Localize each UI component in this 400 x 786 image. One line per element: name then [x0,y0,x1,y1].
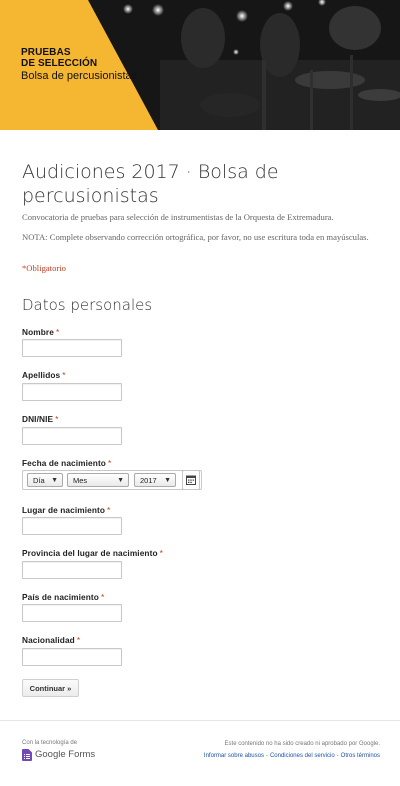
label-text: Fecha de nacimiento [22,458,106,468]
form-description: Convocatoria de pruebas para selección d… [22,212,334,222]
chevron-down-icon: ▼ [51,477,58,484]
month-select[interactable]: Mes ▼ [67,473,129,487]
continue-button[interactable]: Continuar » [22,679,79,697]
banner-subtitle: DE SELECCIÓN [21,58,98,69]
year-select[interactable]: 2017 ▼ [134,473,176,487]
required-star: * [100,592,105,602]
label-text: País de nacimiento [22,592,99,602]
provincia-input[interactable] [22,561,122,579]
link-separator: - [336,753,339,759]
label-nacionalidad: Nacionalidad * [22,635,80,645]
lugar-nacimiento-input[interactable] [22,517,122,535]
report-abuse-link[interactable]: Informar sobre abusos [204,753,264,759]
header-banner: PRUEBAS DE SELECCIÓN Bolsa de percusioni… [0,0,400,130]
label-text: Lugar de nacimiento [22,505,106,515]
birthdate-field: Día ▼ Mes ▼ 2017 ▼ [22,470,202,490]
required-note: *Obligatorio [22,263,66,273]
dni-input[interactable] [22,427,122,445]
banner-caption: Bolsa de percusionistas [21,70,138,82]
other-terms-link[interactable]: Otros términos [341,753,380,759]
label-text: Apellidos [22,370,61,380]
footer-divider [0,720,400,721]
nombre-input[interactable] [22,339,122,357]
label-apellidos: Apellidos * [22,370,66,380]
label-text: Provincia del lugar de nacimiento [22,548,158,558]
calendar-button[interactable] [182,470,200,490]
chevron-down-icon: ▼ [164,477,171,484]
label-dni: DNI/NIE * [22,414,58,424]
nacionalidad-input[interactable] [22,648,122,666]
form-title: Audiciones 2017 · Bolsa de percusionista… [22,161,279,207]
required-star: * [62,370,66,380]
chevron-down-icon: ▼ [117,477,124,484]
day-value: Día [33,476,45,485]
terms-link[interactable]: Condiciones del servicio [270,753,335,759]
label-text: Nombre [22,327,54,337]
label-pais: País de nacimiento * [22,592,104,602]
banner-title: PRUEBAS [21,47,71,58]
calendar-icon [186,475,196,485]
year-value: 2017 [140,476,157,485]
required-star: * [107,458,112,468]
required-star: * [76,635,81,645]
label-nombre: Nombre * [22,327,59,337]
label-text: DNI/NIE [22,414,54,424]
required-star: * [55,414,59,424]
form-note: NOTA: Complete observando corrección ort… [22,232,369,242]
required-star: * [55,327,60,337]
pais-input[interactable] [22,604,122,622]
label-text: Nacionalidad [22,635,75,645]
apellidos-input[interactable] [22,383,122,401]
label-provincia: Provincia del lugar de nacimiento * [22,548,163,558]
footer-links: Informar sobre abusos - Condiciones del se… [204,753,380,759]
label-lugar-nacimiento: Lugar de nacimiento * [22,505,110,515]
footer-disclaimer: Este contenido no ha sido creado ni apro… [224,741,380,747]
banner-text: PRUEBAS DE SELECCIÓN Bolsa de percusioni… [21,47,137,83]
powered-by-text: Con la tecnología de [22,740,78,746]
link-separator: - [265,753,268,759]
required-star: * [107,505,111,515]
label-fecha-nacimiento: Fecha de nacimiento * [22,458,111,468]
google-forms-brand[interactable]: Google Forms [35,749,95,760]
required-star: * [159,548,163,558]
google-forms-icon[interactable] [22,749,32,761]
month-value: Mes [73,476,88,485]
day-select[interactable]: Día ▼ [27,473,63,487]
section-title: Datos personales [22,296,153,314]
